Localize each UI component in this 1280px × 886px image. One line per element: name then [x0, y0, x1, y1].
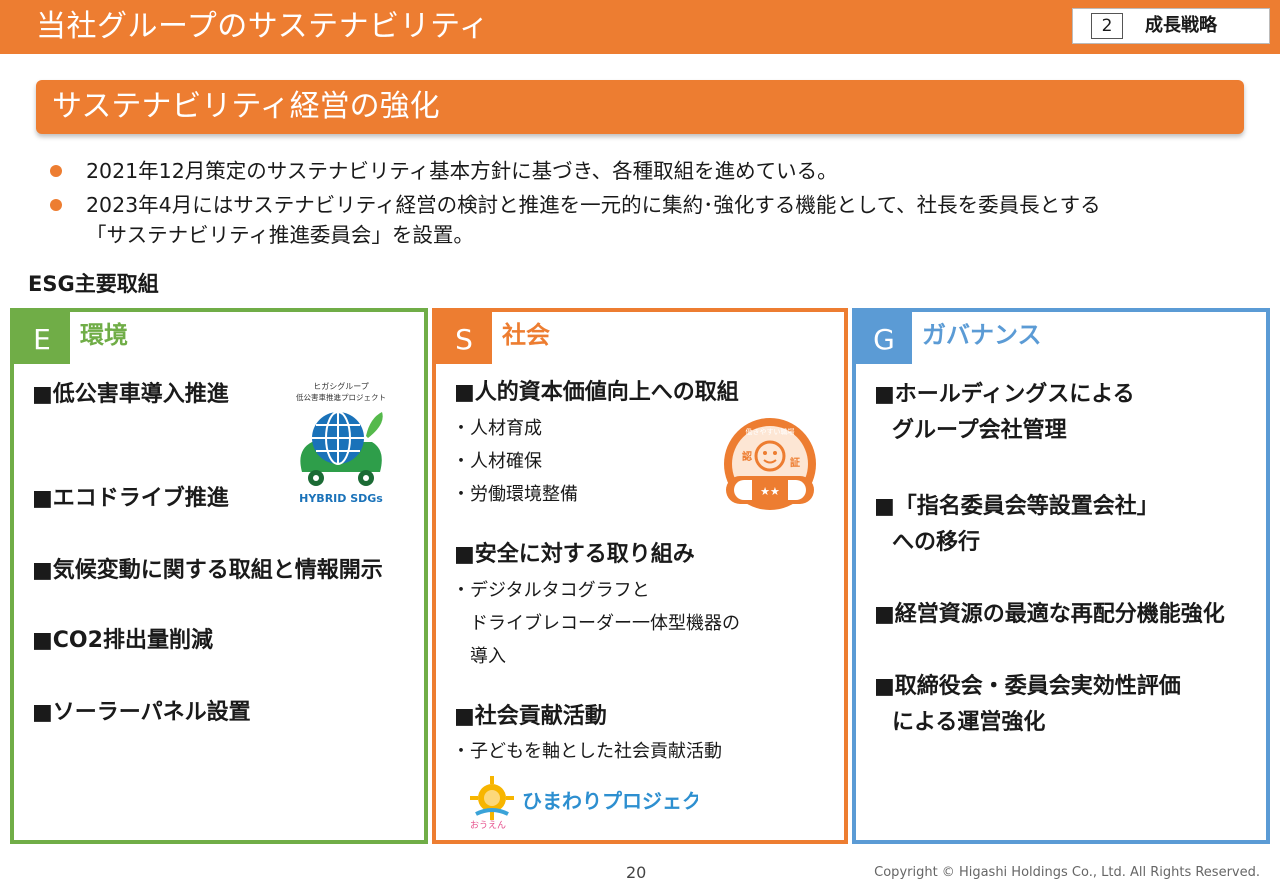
svg-text:低公害車推進プロジェクト: 低公害車推進プロジェクト: [296, 392, 386, 402]
svg-text:認: 認: [742, 450, 752, 463]
page-number: 20: [626, 863, 647, 882]
globe-car-icon: ヒガシグループ 低公害車推進プロジェクト HYBRID SDGs: [296, 381, 386, 505]
governance-item: ■「指名委員会等設置会社」: [874, 494, 1159, 519]
social-line: ドライブレコーダー一体型機器の: [470, 613, 740, 634]
social-line: 導入: [470, 646, 506, 667]
certification-badge: 働きやすい職場 認 証 ★★: [718, 416, 822, 512]
bullet-dot-icon: [50, 165, 62, 177]
governance-item: グループ会社管理: [892, 418, 1067, 443]
bullet-item: 2023年4月にはサステナビリティ経営の検討と推進を一元的に集約･強化する機能と…: [50, 190, 1250, 250]
social-panel: S 社会 ■人的資本価値向上への取組 ・人材育成 ・人材確保 ・労働環境整備 ■…: [432, 308, 848, 844]
svg-text:ヒガシグループ: ヒガシグループ: [313, 381, 369, 391]
svg-text:働きやすい職場: 働きやすい職場: [746, 427, 795, 436]
header-bar: 当社グループのサステナビリティ 2 成長戦略: [0, 0, 1280, 54]
svg-text:HYBRID SDGs: HYBRID SDGs: [299, 492, 383, 505]
social-line: ・デジタルタコグラフと: [452, 580, 650, 601]
environment-letter: E: [14, 312, 70, 364]
social-line: ・人材確保: [452, 451, 542, 472]
environment-item: ■ソーラーパネル設置: [32, 700, 251, 725]
chapter-tag: 2 成長戦略: [1072, 8, 1270, 44]
svg-text:★★: ★★: [760, 485, 780, 498]
section-banner: サステナビリティ経営の強化: [36, 80, 1244, 134]
social-heading: ■社会貢献活動: [454, 704, 607, 729]
environment-item: ■気候変動に関する取組と情報開示: [32, 558, 383, 583]
environment-item: ■エコドライブ推進: [32, 486, 229, 511]
governance-item: ■ホールディングスによる: [874, 382, 1135, 407]
svg-text:証: 証: [790, 456, 800, 469]
governance-item: ■経営資源の最適な再配分機能強化: [874, 602, 1225, 627]
environment-item: ■CO2排出量削減: [32, 628, 213, 653]
social-line: ・人材育成: [452, 418, 542, 439]
chapter-label: 成長戦略: [1145, 15, 1217, 36]
bullet-dot-icon: [50, 199, 62, 211]
social-title: 社会: [502, 321, 550, 349]
chapter-number: 2: [1091, 13, 1123, 39]
governance-item: への移行: [892, 530, 981, 555]
copyright: Copyright © Higashi Holdings Co., Ltd. A…: [874, 865, 1260, 880]
smile-badge-icon: 働きやすい職場 認 証 ★★: [724, 418, 816, 510]
governance-panel: G ガバナンス ■ホールディングスによる グループ会社管理 ■「指名委員会等設置…: [852, 308, 1270, 844]
governance-item: ■取締役会・委員会実効性評価: [874, 674, 1181, 699]
sunflower-icon: おうえん ひまわりプロジェクト: [470, 776, 722, 831]
social-letter: S: [436, 312, 492, 364]
social-heading: ■人的資本価値向上への取組: [454, 380, 739, 405]
esg-heading: ESG主要取組: [28, 272, 159, 296]
governance-title: ガバナンス: [922, 321, 1042, 349]
hybrid-sdgs-logo: ヒガシグループ 低公害車推進プロジェクト HYBRID SDGs: [282, 380, 400, 508]
governance-letter: G: [856, 312, 912, 364]
governance-item: による運営強化: [892, 710, 1046, 735]
bullet-text: 2023年4月にはサステナビリティ経営の検討と推進を一元的に集約･強化する機能と…: [86, 193, 1101, 217]
svg-text:ひまわりプロジェクト: ひまわりプロジェクト: [522, 789, 698, 813]
social-line: ・子どもを軸とした社会貢献活動: [452, 741, 722, 762]
environment-title: 環境: [80, 321, 128, 349]
summary-bullets: 2021年12月策定のサステナビリティ基本方針に基づき、各種取組を進めている。 …: [50, 156, 1250, 254]
svg-text:おうえん: おうえん: [470, 820, 506, 831]
social-heading: ■安全に対する取り組み: [454, 542, 695, 567]
environment-panel: E 環境 ■低公害車導入推進 ■エコドライブ推進 ■気候変動に関する取組と情報開…: [10, 308, 428, 844]
bullet-text: 2021年12月策定のサステナビリティ基本方針に基づき、各種取組を進めている。: [86, 159, 838, 183]
section-title: サステナビリティ経営の強化: [52, 89, 440, 124]
environment-item: ■低公害車導入推進: [32, 382, 229, 407]
sunflower-project-logo: おうえん ひまわりプロジェクト: [466, 774, 722, 832]
bullet-item: 2021年12月策定のサステナビリティ基本方針に基づき、各種取組を進めている。: [50, 156, 1250, 186]
social-line: ・労働環境整備: [452, 484, 578, 505]
bullet-text-continued: 「サステナビリティ推進委員会」を設置。: [86, 223, 474, 247]
page-title: 当社グループのサステナビリティ: [36, 9, 490, 44]
